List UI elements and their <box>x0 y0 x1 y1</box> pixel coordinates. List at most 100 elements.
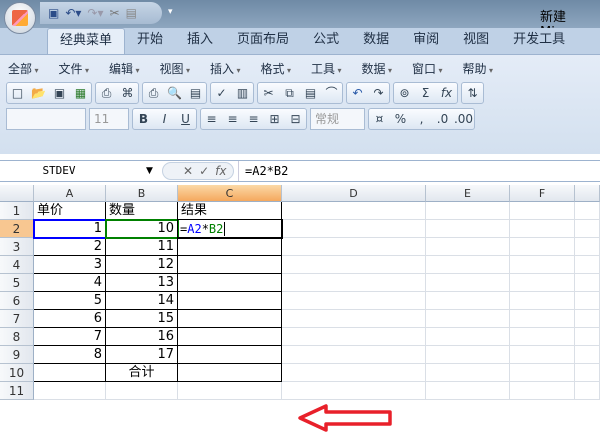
cell-f2[interactable] <box>510 220 575 238</box>
cell-g9[interactable] <box>575 346 600 364</box>
cell-d8[interactable] <box>282 328 426 346</box>
row-header-2[interactable]: 2 <box>0 220 34 238</box>
cell-d4[interactable] <box>282 256 426 274</box>
align-left-icon[interactable]: ≡ <box>201 109 222 129</box>
new-icon[interactable]: □ <box>7 83 28 103</box>
cell-f5[interactable] <box>510 274 575 292</box>
column-header-c[interactable]: C <box>178 185 282 202</box>
cell-f6[interactable] <box>510 292 575 310</box>
hyperlink-icon[interactable]: ⊚ <box>394 83 415 103</box>
cell-c6[interactable] <box>178 292 282 310</box>
print-icon[interactable]: ⎙ <box>143 83 164 103</box>
cell-g5[interactable] <box>575 274 600 292</box>
tab-data[interactable]: 数据 <box>351 28 401 54</box>
tab-insert[interactable]: 插入 <box>175 28 225 54</box>
cell-a10[interactable] <box>34 364 106 382</box>
research-icon[interactable]: ▥ <box>232 83 253 103</box>
cell-e6[interactable] <box>426 292 510 310</box>
cell-g6[interactable] <box>575 292 600 310</box>
cell-d10[interactable] <box>282 364 426 382</box>
row-header-4[interactable]: 4 <box>0 256 34 274</box>
cell-b5[interactable]: 13 <box>106 274 178 292</box>
cell-e4[interactable] <box>426 256 510 274</box>
cell-a4[interactable]: 3 <box>34 256 106 274</box>
cell-g8[interactable] <box>575 328 600 346</box>
row-header-5[interactable]: 5 <box>0 274 34 292</box>
cell-e8[interactable] <box>426 328 510 346</box>
menu-edit[interactable]: 编辑 <box>109 60 160 77</box>
font-size-select[interactable]: 11 <box>89 108 129 130</box>
cell-b6[interactable]: 14 <box>106 292 178 310</box>
cell-e3[interactable] <box>426 238 510 256</box>
permission-icon[interactable]: ⎙ <box>96 83 117 103</box>
menu-tools[interactable]: 工具 <box>311 60 362 77</box>
paste-icon[interactable]: ▤ <box>126 6 137 20</box>
cell-e1[interactable] <box>426 202 510 220</box>
menu-file[interactable]: 文件 <box>59 60 110 77</box>
tab-page-layout[interactable]: 页面布局 <box>225 28 301 54</box>
format-painter-icon[interactable]: ⌒ <box>321 83 342 103</box>
cell-d1[interactable] <box>282 202 426 220</box>
cancel-icon[interactable]: ✕ <box>183 163 193 179</box>
cell-f10[interactable] <box>510 364 575 382</box>
cell-a5[interactable]: 4 <box>34 274 106 292</box>
row-header-1[interactable]: 1 <box>0 202 34 220</box>
enter-icon[interactable]: ✓ <box>199 163 209 179</box>
cell-d5[interactable] <box>282 274 426 292</box>
cell-a11[interactable] <box>34 382 106 400</box>
underline-button[interactable]: U <box>175 109 196 129</box>
save-icon[interactable]: ▣ <box>49 83 70 103</box>
cell-e7[interactable] <box>426 310 510 328</box>
autosum-icon[interactable]: Σ <box>415 83 436 103</box>
sort-icon[interactable]: ⇅ <box>462 83 483 103</box>
increase-decimal-icon[interactable]: .0 <box>432 109 453 129</box>
menu-help[interactable]: 帮助 <box>463 60 514 77</box>
cell-b10[interactable]: 合计 <box>106 364 178 382</box>
paste-icon[interactable]: ▤ <box>300 83 321 103</box>
column-header-a[interactable]: A <box>34 185 106 202</box>
tab-classic-menu[interactable]: 经典菜单 <box>47 28 126 54</box>
name-box-dropdown-icon[interactable]: ▼ <box>146 161 153 181</box>
cell-g4[interactable] <box>575 256 600 274</box>
tab-view[interactable]: 视图 <box>451 28 501 54</box>
cell-b9[interactable]: 17 <box>106 346 178 364</box>
cell-a2[interactable]: 1 <box>33 219 107 239</box>
percent-button[interactable]: % <box>390 109 411 129</box>
comma-button[interactable]: , <box>411 109 432 129</box>
cell-a9[interactable]: 8 <box>34 346 106 364</box>
cell-f7[interactable] <box>510 310 575 328</box>
redo-icon[interactable]: ↷▾ <box>87 6 103 20</box>
tab-formulas[interactable]: 公式 <box>301 28 351 54</box>
cell-c7[interactable] <box>178 310 282 328</box>
cell-g10[interactable] <box>575 364 600 382</box>
number-format-select[interactable]: 常规 <box>310 108 365 130</box>
align-center-icon[interactable]: ≡ <box>222 109 243 129</box>
column-header-d[interactable]: D <box>282 185 426 202</box>
bold-button[interactable]: B <box>133 109 154 129</box>
cell-a3[interactable]: 2 <box>34 238 106 256</box>
cell-f9[interactable] <box>510 346 575 364</box>
cell-c2[interactable]: =A2*B2 <box>177 219 283 239</box>
font-name-select[interactable] <box>6 108 86 130</box>
cell-g3[interactable] <box>575 238 600 256</box>
cell-e10[interactable] <box>426 364 510 382</box>
undo-icon[interactable]: ↶▾ <box>65 6 81 20</box>
tab-developer[interactable]: 开发工具 <box>501 28 577 54</box>
select-all-corner[interactable] <box>0 185 34 202</box>
cell-b8[interactable]: 16 <box>106 328 178 346</box>
cell-e9[interactable] <box>426 346 510 364</box>
cell-c9[interactable] <box>178 346 282 364</box>
insert-function-icon[interactable]: fx <box>215 163 226 179</box>
cell-e5[interactable] <box>426 274 510 292</box>
tab-home[interactable]: 开始 <box>125 28 175 54</box>
cell-a7[interactable]: 6 <box>34 310 106 328</box>
row-header-6[interactable]: 6 <box>0 292 34 310</box>
column-header-f[interactable]: F <box>510 185 575 202</box>
cut-icon[interactable]: ✂ <box>258 83 279 103</box>
page-setup-icon[interactable]: ▤ <box>185 83 206 103</box>
cell-b1[interactable]: 数量 <box>106 202 178 220</box>
office-button[interactable] <box>4 2 36 34</box>
row-header-11[interactable]: 11 <box>0 382 34 400</box>
cell-c8[interactable] <box>178 328 282 346</box>
tools-icon[interactable]: ✂ <box>110 6 120 20</box>
